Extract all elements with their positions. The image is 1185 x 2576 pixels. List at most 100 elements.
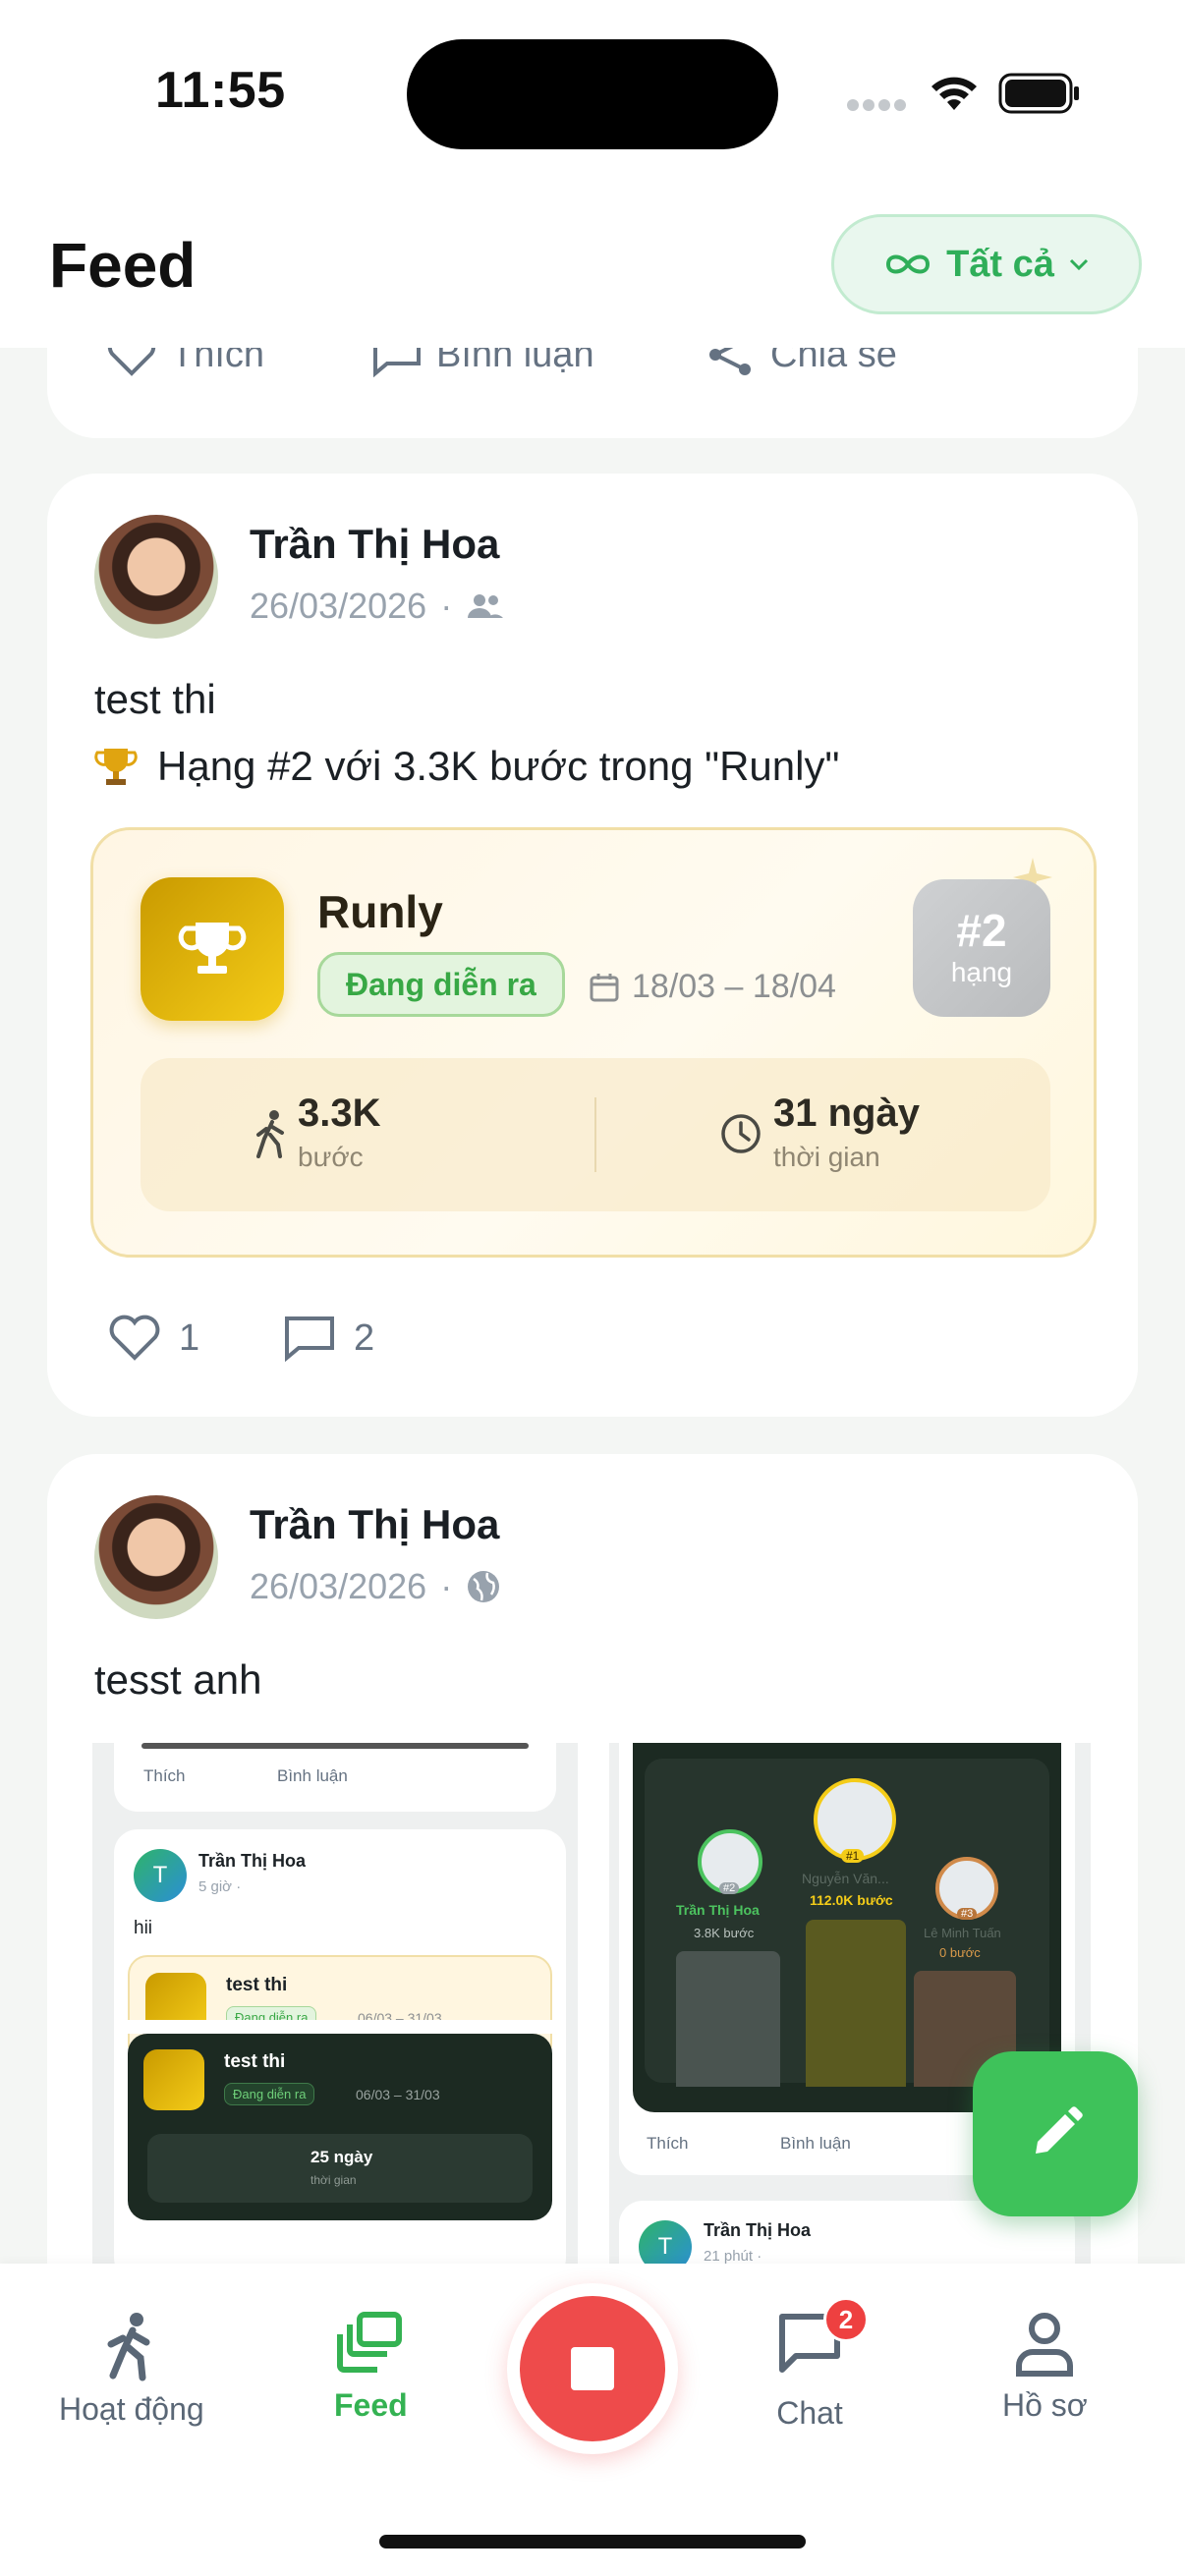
walking-icon — [256, 1110, 284, 1158]
mini-like: Thích — [143, 1766, 186, 1785]
trophy-emoji-icon — [94, 749, 138, 785]
nav-feed-label: Feed — [334, 2387, 408, 2423]
bottom-navigation: Hoạt động Feed 2 Chat Hồ sơ — [0, 2264, 1185, 2576]
mini-author: Trần Thị Hoa — [704, 2220, 812, 2240]
nav-activity[interactable]: Hoạt động — [59, 2311, 204, 2428]
nav-activity-label: Hoạt động — [59, 2391, 204, 2427]
mini-days-label: thời gian — [310, 2173, 357, 2187]
post-image-left[interactable]: Thích Bình luận T Trần Thị Hoa 5 giờ · h… — [92, 1743, 578, 2264]
page-title: Feed — [49, 230, 197, 301]
mini-first-steps: 112.0K bước — [810, 1892, 893, 1908]
steps-stat: 3.3K bước — [298, 1092, 381, 1173]
author-name[interactable]: Trần Thị Hoa — [250, 1501, 499, 1548]
compose-post-button[interactable] — [973, 2051, 1138, 2216]
like-count-button[interactable]: 1 — [108, 1315, 199, 1362]
record-activity-button[interactable] — [507, 2283, 678, 2454]
dynamic-island — [407, 39, 778, 149]
calendar-icon — [590, 973, 619, 1001]
mini-challenge-status: Đang diễn ra — [224, 2083, 315, 2105]
mini-first-podium — [806, 1920, 906, 2087]
mini-challenge-name: test thi — [224, 2051, 286, 2072]
post-text: test thi — [94, 676, 216, 722]
nav-chat[interactable]: 2 Chat — [776, 2297, 869, 2432]
author-avatar[interactable] — [94, 1495, 218, 1619]
nav-chat-label: Chat — [776, 2395, 843, 2431]
duration-label: thời gian — [773, 1142, 880, 1172]
mini-comment: Bình luận — [277, 1766, 348, 1785]
steps-label: bước — [298, 1142, 364, 1172]
challenge-status-badge: Đang diễn ra — [317, 952, 565, 1017]
stop-icon — [520, 2296, 665, 2441]
mini-second-podium — [676, 1951, 780, 2087]
duration-value: 31 ngày — [773, 1092, 920, 1135]
challenge-trophy-badge — [141, 877, 284, 1021]
challenge-dates: 18/03 – 18/04 — [589, 968, 836, 1006]
mini-avatar: T — [134, 1849, 187, 1902]
mini-time: 5 giờ · — [198, 1878, 242, 1895]
comment-icon — [285, 1316, 334, 1362]
rank-number: #2 — [956, 905, 1007, 956]
duration-stat: 31 ngày thời gian — [773, 1092, 920, 1173]
mini-second-name: Trần Thị Hoa — [676, 1902, 760, 1918]
running-icon — [107, 2313, 150, 2381]
mini-author: Trần Thị Hoa — [198, 1851, 307, 1871]
infinity-icon — [886, 254, 931, 274]
battery-icon — [998, 73, 1079, 114]
feed-header: Feed Tất cả — [0, 187, 1185, 348]
mini-card-top: Thích Bình luận — [114, 1743, 556, 1812]
post-meta: 26/03/2026 · — [250, 586, 505, 627]
post-date: 26/03/2026 — [250, 1566, 427, 1606]
post-achievement: Hạng #2 với 3.3K bước trong "Runly" — [94, 743, 839, 790]
rank-badge: #2 hạng — [913, 879, 1050, 1017]
mini-comment: Bình luận — [780, 2134, 851, 2153]
mini-days: 25 ngày — [310, 2148, 373, 2166]
cellular-signal-icon — [847, 98, 910, 116]
author-name[interactable]: Trần Thị Hoa — [250, 521, 499, 568]
nav-profile[interactable]: Hồ sơ — [1002, 2311, 1088, 2424]
comment-count: 2 — [354, 1316, 375, 1359]
challenge-card[interactable]: Runly Đang diễn ra 18/03 – 18/04 #2 hạng… — [90, 827, 1097, 1258]
mini-separator — [114, 2020, 566, 2034]
mini-second-steps: 3.8K bước — [694, 1926, 755, 1940]
mini-third-steps: 0 bước — [939, 1945, 981, 1960]
friends-icon — [468, 594, 504, 618]
post-text: tesst anh — [94, 1656, 262, 1703]
filter-dropdown-button[interactable]: Tất cả — [831, 214, 1142, 314]
mini-avatar: T — [639, 2220, 692, 2264]
mini-divider — [141, 1743, 529, 1749]
profile-icon — [1016, 2313, 1074, 2377]
pencil-icon — [1036, 2106, 1083, 2154]
feed-icon — [337, 2312, 403, 2373]
like-count: 1 — [179, 1316, 200, 1359]
home-indicator — [379, 2535, 806, 2548]
globe-icon — [468, 1571, 500, 1602]
wifi-icon — [931, 77, 977, 110]
post-meta: 26/03/2026 · — [250, 1566, 501, 1607]
stats-divider — [594, 1097, 596, 1172]
mini-challenge-card-dark: test thi Đang diễn ra 06/03 – 31/03 25 n… — [128, 2034, 552, 2220]
mini-third-name: Lê Minh Tuấn — [924, 1926, 1001, 1940]
filter-label: Tất cả — [946, 243, 1054, 285]
mini-second-rank: #2 — [719, 1882, 740, 1894]
mini-stats: 25 ngày thời gian — [147, 2134, 533, 2203]
challenge-dates-text: 18/03 – 18/04 — [632, 968, 836, 1005]
mini-first-rank: #1 — [841, 1849, 865, 1863]
comment-count-button[interactable]: 2 — [283, 1315, 374, 1362]
author-avatar[interactable] — [94, 515, 218, 639]
clock-icon — [721, 1114, 761, 1153]
nav-profile-label: Hồ sơ — [1002, 2387, 1088, 2423]
mini-time: 21 phút · — [704, 2248, 762, 2264]
steps-value: 3.3K — [298, 1092, 381, 1135]
status-time: 11:55 — [155, 62, 286, 119]
challenge-stats: 3.3K bước 31 ngày thời gian — [141, 1058, 1050, 1211]
trophy-icon — [178, 923, 247, 974]
mini-third-rank: #3 — [957, 1908, 978, 1920]
mini-post-card: T Trần Thị Hoa 5 giờ · hii test thi Đang… — [114, 1829, 566, 2264]
mini-first-name: Nguyễn Văn... — [802, 1871, 889, 1886]
nav-feed[interactable]: Feed — [334, 2311, 408, 2424]
mini-challenge-dates: 06/03 – 31/03 — [356, 2087, 440, 2102]
challenge-name: Runly — [317, 886, 443, 937]
status-bar: 11:55 — [0, 0, 1185, 187]
mini-challenge-name: test thi — [226, 1975, 288, 1995]
chat-unread-badge: 2 — [823, 2297, 869, 2342]
